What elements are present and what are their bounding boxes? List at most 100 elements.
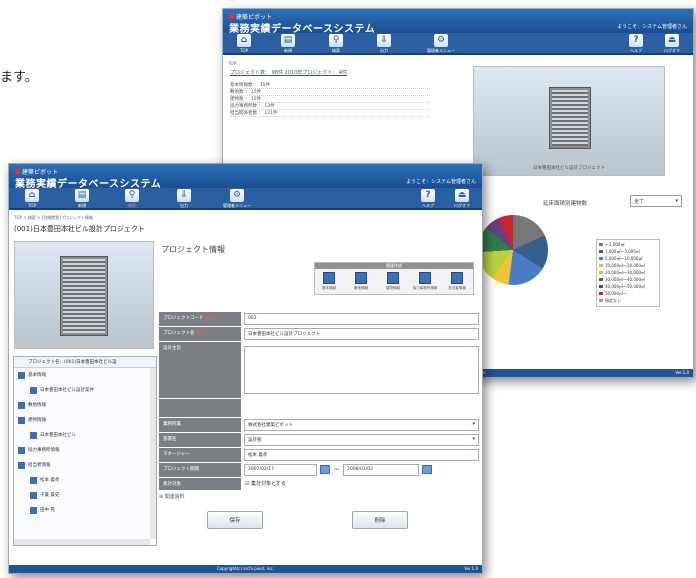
partner-info-icon[interactable] [419,272,431,284]
tree-item[interactable]: 日本豊田本社ビル設計案件 [14,383,156,398]
toolbar-admin-button[interactable]: ⚙ 管理者メニュー [419,34,463,54]
calendar-icon[interactable] [422,465,432,474]
export-icon: ⇩ [377,34,391,47]
help-icon: ? [421,189,435,202]
project-detail-window: 建築ピボット 業務実績データベースシステム ようこそ：システム管理者さん ⌂ TO… [8,163,483,574]
photo-caption: 日本豊田本社ビル設計プロジェクト [533,166,605,171]
calendar-icon[interactable] [320,465,330,474]
period-separator: 〜 [334,467,340,473]
manager-row: マネージャー 松本 義孝 [159,448,479,462]
toolbar-help-button[interactable]: ? ヘルプ [619,34,653,54]
section-title: プロジェクト情報 [161,245,225,254]
tree-header: プロジェクト名：(001)日本豊田本社ビル設 [14,357,156,368]
toolbar-admin-button[interactable]: ⚙ 管理者メニュー [215,189,259,209]
legend-item: 10,000㎡〜20,000㎡ [599,263,657,270]
name-field[interactable]: 日本豊田本社ビル設計プロジェクト [244,328,479,340]
dept-label: 部署名 [159,433,241,447]
tree-item[interactable]: 日本豊田本社ビル [14,428,156,443]
code-field[interactable]: 001 [244,313,479,325]
toolbar-new-button[interactable]: ▤ 新規 [271,34,305,54]
tree-item[interactable]: 建物情報 [14,413,156,428]
document-icon: ▤ [281,34,295,47]
logoff-icon: ⏏ [665,34,679,47]
toolbar-search-button[interactable]: ⚲ 検索 [115,189,149,209]
aggregate-checkbox[interactable]: ☑ 集計対象とする [245,480,286,487]
tree-item[interactable]: 担当者情報 [14,458,156,473]
project-photo [14,241,154,349]
stat-row: 基本情報数 ： 15件 [230,82,430,89]
tool-label: 建物情報 [386,286,400,290]
pie-chart [478,215,548,285]
period-row: プロジェクト期間 2007/02/17 〜 2008/01/02 [159,463,479,477]
tool-label: 担当者情報 [448,286,466,290]
home-icon: ⌂ [237,34,251,47]
save-button[interactable]: 保存 [207,511,263,529]
toolbar-help-button[interactable]: ? ヘルプ [411,189,445,209]
tools-header: 関連作成 [315,263,473,269]
site-info-icon[interactable] [355,272,367,284]
tree-item[interactable]: 敷地情報 [14,398,156,413]
tool-label: 協力事務所情報 [412,286,438,290]
building-info-icon[interactable] [387,272,399,284]
legend-item: 20,000㎡〜30,000㎡ [599,270,657,277]
toolbar-export-button[interactable]: ⇩ 出力 [167,189,201,209]
stat-row: 協力事務所数 ： 13件 [230,103,430,110]
toolbar-logoff-button[interactable]: ⏏ ログオフ [655,34,689,54]
aggregate-label: 集計対象 [159,478,241,490]
company-row: 業務所属 株式会社建築ピボット [159,418,479,432]
legend-item: 50,000㎡〜 [599,291,657,298]
period-end-field[interactable]: 2008/01/02 [343,464,419,476]
period-start-field[interactable]: 2007/02/17 [244,464,317,476]
basic-info-icon[interactable] [323,272,335,284]
outline-textarea[interactable] [244,346,479,394]
intro-text: ます。 [0,70,38,85]
company-label: 業務所属 [159,418,241,432]
toolbar-search-button[interactable]: ⚲ 検索 [319,34,353,54]
dept-select[interactable]: 設計部 [244,434,479,446]
toolbar-export-button[interactable]: ⇩ 出力 [367,34,401,54]
related-tools-panel: 関連作成 基本情報 敷地情報 建物情報 協力事務所情報 担当者情報 [314,262,474,295]
staff-info-icon[interactable] [451,272,463,284]
outline-row: 設計主旨 [159,342,479,398]
building-image [549,87,591,149]
name-row: プロジェクト名 必須 日本豊田本社ビル設計プロジェクト [159,327,479,341]
app-header: 建築ピボット 業務実績データベースシステム ようこそ：システム管理者さん [9,164,482,190]
tree-item[interactable]: 松本 義孝 [14,473,156,488]
tree-scrollbar[interactable] [150,368,156,539]
tree-item[interactable]: 基本情報 [14,368,156,383]
manager-field[interactable]: 松本 義孝 [244,449,479,461]
aggregate-row: 集計対象 ☑ 集計対象とする [159,478,479,490]
outline-label: 設計主旨 [159,342,241,398]
tree-item[interactable]: 協力事務所情報 [14,443,156,458]
tool-label: 基本情報 [322,286,336,290]
chart-label: 延床面積別建物数 [543,201,588,207]
featured-photo[interactable]: 日本豊田本社ビル設計プロジェクト [473,66,665,176]
company-select[interactable]: 株式会社建築ピボット [244,419,479,431]
toolbar-top-button[interactable]: ⌂ TOP [15,189,49,208]
tree-item[interactable]: 千葉 貴史 [14,488,156,503]
tool-label: 敷地情報 [354,286,368,290]
admin-icon: ⚙ [434,34,448,47]
toolbar-logoff-button[interactable]: ⏏ ログオフ [445,189,479,209]
legend-item: 〜1,000㎡ [599,242,657,249]
logoff-icon: ⏏ [455,189,469,202]
welcome-text: ようこそ：システム管理者さん [617,24,687,30]
toolbar-top-button[interactable]: ⌂ TOP [227,34,261,53]
toolbar-new-button[interactable]: ▤ 新規 [65,189,99,209]
chart-filter-select[interactable]: 全て ▾ [630,195,682,207]
project-tree: プロジェクト名：(001)日本豊田本社ビル設 基本情報 日本豊田本社ビル設計案件… [13,356,157,546]
tree-horizontal-scrollbar[interactable] [14,539,150,545]
stat-row: 担当関係者数 ： 121件 [230,110,430,117]
legend-item: 5,000㎡〜10,000㎡ [599,256,657,263]
dept-row: 部署名 設計部 [159,433,479,447]
legend-item: 1,000㎡〜5,000㎡ [599,249,657,256]
tree-item[interactable]: 田中 晃 [14,503,156,518]
stat-row: 建物数 ： 15件 [230,96,430,103]
related-docs-toggle[interactable]: ⊕ 関連資料 [159,493,185,500]
legend-item: 30,000㎡〜40,000㎡ [599,277,657,284]
delete-button[interactable]: 削除 [352,511,408,529]
search-icon: ⚲ [125,189,139,202]
document-icon: ▤ [75,189,89,202]
spacer [159,399,479,417]
home-icon: ⌂ [25,189,39,202]
